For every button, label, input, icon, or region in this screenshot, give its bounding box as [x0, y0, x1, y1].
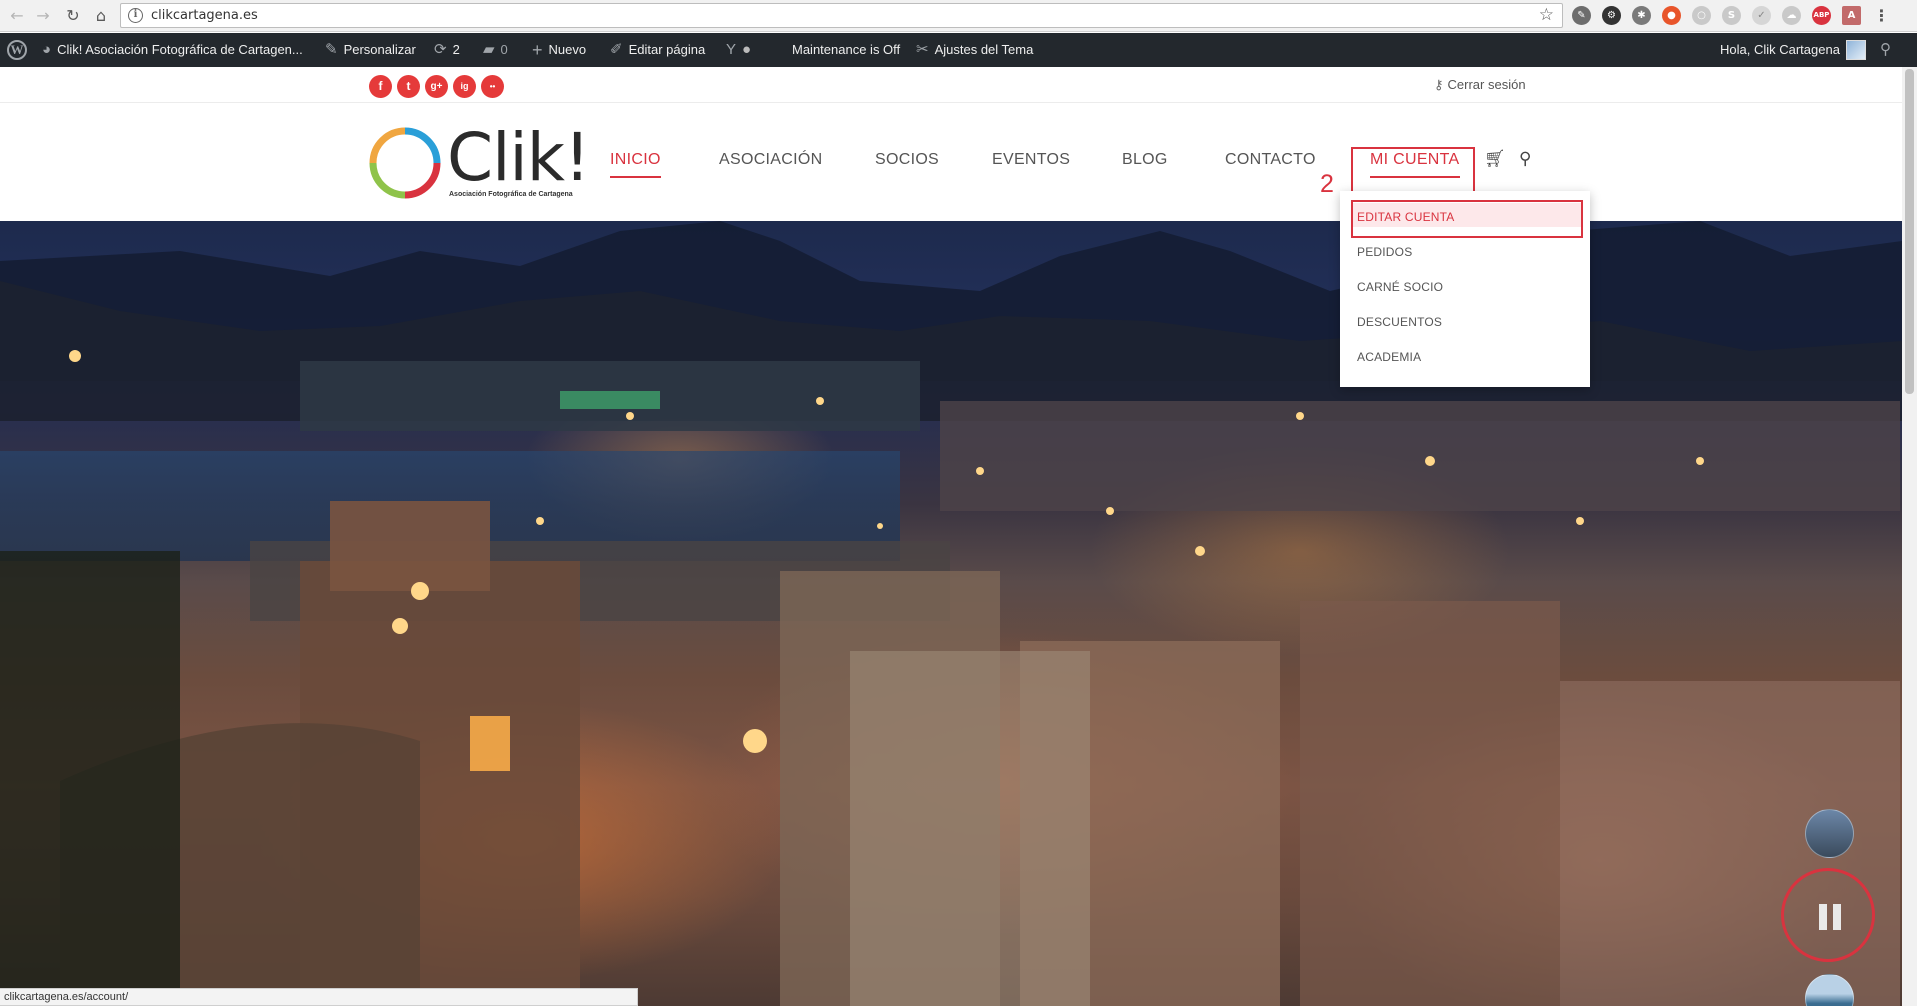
hero-cityscape-illustration	[0, 221, 1902, 1006]
dropdown-item-descuentos[interactable]: DESCUENTOS	[1357, 315, 1442, 329]
home-icon[interactable]: ⌂	[90, 5, 112, 27]
updates-icon: ⟳	[434, 41, 447, 58]
site-name-label: Clik! Asociación Fotográfica de Cartagen…	[57, 42, 303, 57]
logout-label: Cerrar sesión	[1447, 77, 1526, 92]
nav-item-inicio[interactable]: INICIO	[610, 151, 661, 178]
search-icon: ⚲	[1880, 41, 1891, 58]
adblock-extension-icon[interactable]: ABP	[1812, 6, 1831, 25]
red-extension-icon[interactable]: ●	[1662, 6, 1681, 25]
status-dot-icon: ●	[742, 41, 752, 58]
yoast-seo-menu[interactable]: Y ●	[726, 33, 751, 67]
cloud-extension-icon[interactable]: ☁	[1782, 6, 1801, 25]
cart-icon[interactable]: 🛒︎	[1484, 149, 1506, 169]
address-bar-url: clikcartagena.es	[151, 8, 258, 23]
flickr-icon[interactable]: ••	[481, 75, 504, 98]
plus-icon: +	[532, 40, 543, 60]
wordpress-logo-icon: W	[7, 40, 27, 60]
pdf-extension-icon[interactable]: A	[1842, 6, 1861, 25]
social-links: f t g+ ig ••	[369, 75, 504, 98]
tools-icon: ✂	[916, 41, 929, 58]
greeting-label: Hola, Clik Cartagena	[1720, 42, 1840, 57]
browser-status-bar: clikcartagena.es/account/	[0, 988, 638, 1006]
twitter-icon[interactable]: t	[397, 75, 420, 98]
bookmark-star-icon[interactable]: ☆	[1539, 5, 1554, 25]
account-menu[interactable]: Hola, Clik Cartagena	[1720, 33, 1866, 67]
key-icon: ⚷	[1434, 77, 1444, 92]
gear-extension-icon[interactable]: ⚙	[1602, 6, 1621, 25]
annotation-step-number: 2	[1320, 170, 1334, 198]
dropdown-item-academia[interactable]: ACADEMIA	[1357, 350, 1421, 364]
puzzle-extension-icon[interactable]: ✱	[1632, 6, 1651, 25]
site-top-bar: f t g+ ig •• ⚷ Cerrar sesión	[0, 67, 1902, 103]
dashboard-icon: ◕	[42, 41, 52, 58]
page-scrollbar[interactable]	[1902, 67, 1917, 1006]
address-bar[interactable]: i clikcartagena.es ☆	[120, 3, 1563, 28]
menu-dots-icon[interactable]: ⋮	[1872, 6, 1891, 25]
comments-link[interactable]: ▰ 0	[483, 33, 508, 67]
theme-settings-label: Ajustes del Tema	[934, 42, 1034, 57]
slider-pause-button[interactable]	[1781, 868, 1875, 962]
back-arrow-icon[interactable]: ←	[6, 5, 28, 27]
annotation-box-editar-cuenta	[1351, 200, 1583, 238]
paintbrush-icon: ✎	[325, 41, 338, 58]
comment-bubble-icon: ▰	[483, 41, 495, 58]
theme-settings-link[interactable]: ✂ Ajustes del Tema	[916, 33, 1033, 67]
edit-page-link[interactable]: ✐ Editar página	[610, 33, 705, 67]
customize-link[interactable]: ✎ Personalizar	[325, 33, 416, 67]
yoast-icon: Y	[726, 41, 737, 58]
maintenance-status[interactable]: Maintenance is Off	[792, 33, 900, 67]
nav-item-asociacion[interactable]: ASOCIACIÓN	[719, 151, 822, 169]
logout-link[interactable]: ⚷ Cerrar sesión	[1434, 77, 1526, 93]
edit-page-label: Editar página	[628, 42, 706, 57]
google-plus-icon[interactable]: g+	[425, 75, 448, 98]
nav-item-blog[interactable]: BLOG	[1122, 151, 1168, 169]
customize-label: Personalizar	[343, 42, 416, 57]
check-extension-icon[interactable]: ✓	[1752, 6, 1771, 25]
logo-brand-text: Clik!	[447, 119, 590, 196]
nav-item-contacto[interactable]: CONTACTO	[1225, 151, 1316, 169]
pause-icon	[1819, 904, 1841, 930]
forward-arrow-icon[interactable]: →	[32, 5, 54, 27]
wp-logo-menu[interactable]: W	[7, 33, 27, 67]
eyedropper-extension-icon[interactable]: ✎	[1572, 6, 1591, 25]
site-header: Clik! Asociación Fotográfica de Cartagen…	[0, 103, 1902, 221]
admin-search[interactable]: ⚲	[1880, 33, 1891, 67]
reload-icon[interactable]: ↻	[62, 5, 84, 27]
nav-item-eventos[interactable]: EVENTOS	[992, 151, 1070, 169]
search-icon[interactable]: ⚲	[1519, 149, 1531, 169]
new-label: Nuevo	[548, 42, 587, 57]
wp-admin-bar: W ◕ Clik! Asociación Fotográfica de Cart…	[0, 33, 1917, 67]
updates-link[interactable]: ⟳ 2	[434, 33, 460, 67]
new-content-menu[interactable]: + Nuevo	[532, 33, 586, 67]
info-icon[interactable]: i	[128, 8, 143, 23]
avatar	[1845, 40, 1866, 60]
site-logo[interactable]: Clik! Asociación Fotográfica de Cartagen…	[367, 119, 590, 205]
skype-extension-icon[interactable]: S	[1722, 6, 1741, 25]
logo-tagline: Asociación Fotográfica de Cartagena	[449, 191, 573, 198]
slider-thumbnail-previous[interactable]	[1805, 809, 1854, 858]
hero-slider	[0, 221, 1902, 1006]
site-name-menu[interactable]: ◕ Clik! Asociación Fotográfica de Cartag…	[42, 33, 303, 67]
instagram-icon[interactable]: ig	[453, 75, 476, 98]
extension-icons: ✎ ⚙ ✱ ● ○ S ✓ ☁ ABP A ⋮	[1572, 6, 1891, 26]
dropdown-item-pedidos[interactable]: PEDIDOS	[1357, 245, 1412, 259]
circle-extension-icon[interactable]: ○	[1692, 6, 1711, 25]
updates-count: 2	[452, 42, 460, 57]
nav-item-socios[interactable]: SOCIOS	[875, 151, 939, 169]
logo-ring-icon	[369, 127, 441, 199]
comments-count: 0	[500, 42, 508, 57]
browser-toolbar: ← → ↻ ⌂ i clikcartagena.es ☆ ✎ ⚙ ✱ ● ○ S…	[0, 0, 1917, 32]
dropdown-item-carne-socio[interactable]: CARNÉ SOCIO	[1357, 280, 1443, 294]
scrollbar-thumb[interactable]	[1905, 69, 1914, 394]
maintenance-label: Maintenance is Off	[792, 42, 901, 57]
pencil-icon: ✐	[610, 41, 623, 58]
facebook-icon[interactable]: f	[369, 75, 392, 98]
